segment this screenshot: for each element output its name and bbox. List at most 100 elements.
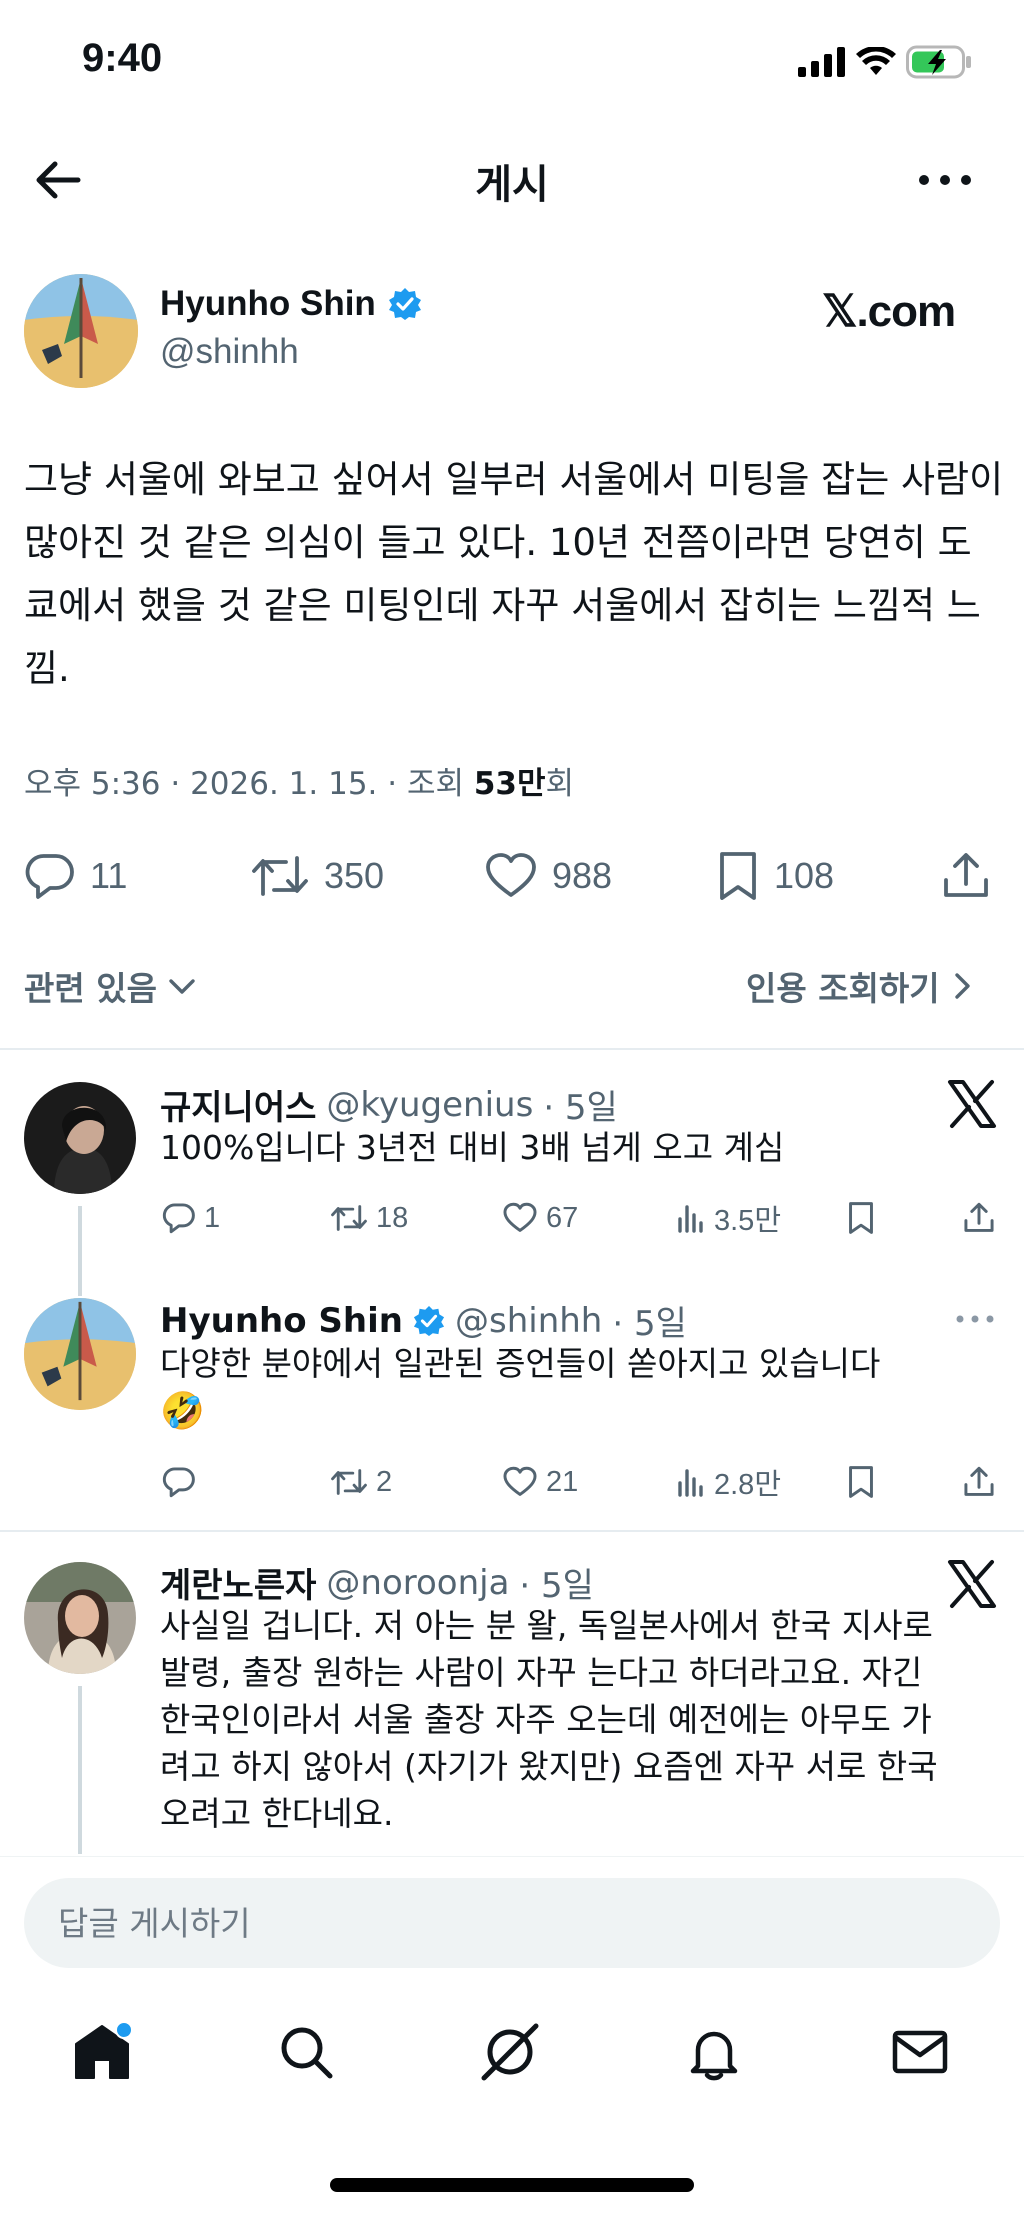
reply-like-button[interactable]: 67 xyxy=(502,1201,578,1235)
x-com-logo: 𝕏.com xyxy=(822,287,956,336)
reply-avatar[interactable] xyxy=(24,1082,136,1194)
author-avatar[interactable] xyxy=(24,274,138,388)
like-count: 988 xyxy=(552,855,613,896)
reply-time: · 5일 xyxy=(519,1566,594,1606)
reply-time: · 5일 xyxy=(543,1088,618,1128)
reply-time: · 5일 xyxy=(612,1304,687,1344)
reply-author-handle[interactable]: @noroonja xyxy=(326,1563,509,1603)
post-text: 그냥 서울에 와보고 싶어서 일부러 서울에서 미팅을 잡는 사람이 많아진 것… xyxy=(24,458,1004,690)
share-icon xyxy=(962,1201,996,1235)
reply-icon xyxy=(162,1465,196,1499)
heart-icon xyxy=(484,850,538,902)
share-icon xyxy=(962,1465,996,1499)
reply-header: 규지니어스 @kyugenius · 5일 xyxy=(160,1080,618,1129)
reply-button[interactable]: 11 xyxy=(24,850,127,902)
retweet-icon xyxy=(330,1201,368,1235)
author-handle[interactable]: @shinhh xyxy=(160,332,299,372)
home-indicator xyxy=(330,2178,694,2192)
reply-retweet-count: 18 xyxy=(376,1201,409,1234)
reply-reply-button[interactable]: 1 xyxy=(162,1201,220,1235)
verified-badge-icon xyxy=(388,287,422,321)
reply-header: 계란노른자 @noroonja · 5일 xyxy=(160,1558,594,1607)
reply-compose-input[interactable] xyxy=(24,1878,1000,1968)
post-meta: 오후 5:36 · 2026. 1. 15. · 조회 53만회 xyxy=(24,758,574,803)
bookmark-button[interactable]: 108 xyxy=(716,850,834,902)
retweet-count: 350 xyxy=(324,855,385,896)
author-name[interactable]: Hyunho Shin xyxy=(160,284,422,324)
reply-text-line: 오려고 한다네요. xyxy=(160,1794,394,1833)
wifi-icon xyxy=(856,47,896,77)
battery-charging-icon xyxy=(906,45,972,79)
bookmark-icon xyxy=(846,1201,876,1235)
reply-text-line: 사실일 겁니다. 저 아는 분 왈, 독일본사에서 한국 지사로 xyxy=(160,1606,933,1645)
reply-avatar[interactable] xyxy=(24,1298,136,1410)
share-icon xyxy=(940,850,992,902)
reply-actions: 2 21 2.8만 xyxy=(0,1462,1024,1502)
retweet-button[interactable]: 350 xyxy=(250,850,384,902)
more-icon[interactable] xyxy=(910,158,980,202)
post-view-suffix: 회 xyxy=(545,766,575,802)
related-toggle[interactable]: 관련 있음 xyxy=(24,962,199,1010)
reply-avatar[interactable] xyxy=(24,1562,136,1674)
heart-icon xyxy=(502,1201,538,1235)
reply-view-count: 2.8만 xyxy=(714,1469,781,1501)
reply-reply-button[interactable] xyxy=(162,1465,204,1499)
thread-line xyxy=(78,1686,82,1854)
reply-views-button[interactable]: 3.5만 xyxy=(676,1197,781,1239)
reply-author-handle[interactable]: @kyugenius xyxy=(326,1085,533,1125)
bookmark-icon xyxy=(716,850,760,902)
reply-count: 11 xyxy=(90,855,128,896)
quotes-label: 인용 조회하기 xyxy=(746,969,940,1008)
search-icon[interactable] xyxy=(274,2020,338,2084)
views-icon xyxy=(676,1201,706,1235)
author-name-text: Hyunho Shin xyxy=(160,284,376,323)
reply-like-count: 21 xyxy=(546,1465,579,1498)
verified-badge-icon xyxy=(413,1305,445,1337)
like-button[interactable]: 988 xyxy=(484,850,612,902)
reply-text: 사실일 겁니다. 저 아는 분 왈, 독일본사에서 한국 지사로 발령, 출장 … xyxy=(160,1602,1010,1837)
post-timestamp: 오후 5:36 · 2026. 1. 15. · 조회 xyxy=(24,766,474,802)
reply-retweet-count: 2 xyxy=(376,1465,393,1498)
reply-views-button[interactable]: 2.8만 xyxy=(676,1461,781,1503)
bookmark-count: 108 xyxy=(774,855,835,896)
reply-author-name[interactable]: Hyunho Shin xyxy=(160,1301,403,1341)
reply-author-name[interactable]: 계란노른자 xyxy=(160,1558,316,1607)
reply-bookmark-button[interactable] xyxy=(846,1201,876,1235)
retweet-icon xyxy=(250,850,310,902)
reply-retweet-button[interactable]: 2 xyxy=(330,1465,392,1499)
divider xyxy=(0,1530,1024,1532)
grok-icon[interactable] xyxy=(478,2020,542,2084)
reply-reply-count: 1 xyxy=(204,1201,221,1234)
reply-like-button[interactable]: 21 xyxy=(502,1465,578,1499)
reply-text: 100%입니다 3년전 대비 3배 넘게 오고 계심 xyxy=(160,1128,785,1167)
reply-author-name[interactable]: 규지니어스 xyxy=(160,1080,316,1129)
chevron-down-icon xyxy=(165,969,199,1003)
x-logo-icon xyxy=(946,1078,998,1130)
reply-view-count: 3.5만 xyxy=(714,1205,781,1237)
reply-actions: 1 18 67 3.5만 xyxy=(0,1198,1024,1238)
reply-text-line: 다양한 분야에서 일관된 증언들이 쏟아지고 있습니다 xyxy=(160,1344,881,1383)
reply-bookmark-button[interactable] xyxy=(846,1465,876,1499)
reply-icon xyxy=(24,850,76,902)
status-time: 9:40 xyxy=(82,36,163,80)
bell-icon[interactable] xyxy=(682,2020,746,2084)
reply-author-handle[interactable]: @shinhh xyxy=(455,1301,602,1341)
mail-icon[interactable] xyxy=(888,2020,952,2084)
status-icons xyxy=(798,44,972,80)
related-label: 관련 있음 xyxy=(24,969,157,1008)
divider xyxy=(0,1048,1024,1050)
reply-retweet-button[interactable]: 18 xyxy=(330,1201,408,1235)
more-icon[interactable] xyxy=(954,1312,996,1326)
reply-like-count: 67 xyxy=(546,1201,579,1234)
view-quotes-link[interactable]: 인용 조회하기 xyxy=(746,962,974,1010)
chevron-right-icon xyxy=(952,969,974,1003)
rofl-emoji: 🤣 xyxy=(160,1391,205,1432)
reply-share-button[interactable] xyxy=(962,1465,996,1499)
signal-icon xyxy=(798,47,846,77)
heart-icon xyxy=(502,1465,538,1499)
reply-text-line: 한국인이라서 서울 출장 자주 오는데 예전에는 아무도 가 xyxy=(160,1700,932,1739)
reply-share-button[interactable] xyxy=(962,1201,996,1235)
reply-header: Hyunho Shin @shinhh · 5일 xyxy=(160,1296,687,1345)
home-icon[interactable] xyxy=(70,2020,134,2084)
share-button[interactable] xyxy=(940,850,992,902)
